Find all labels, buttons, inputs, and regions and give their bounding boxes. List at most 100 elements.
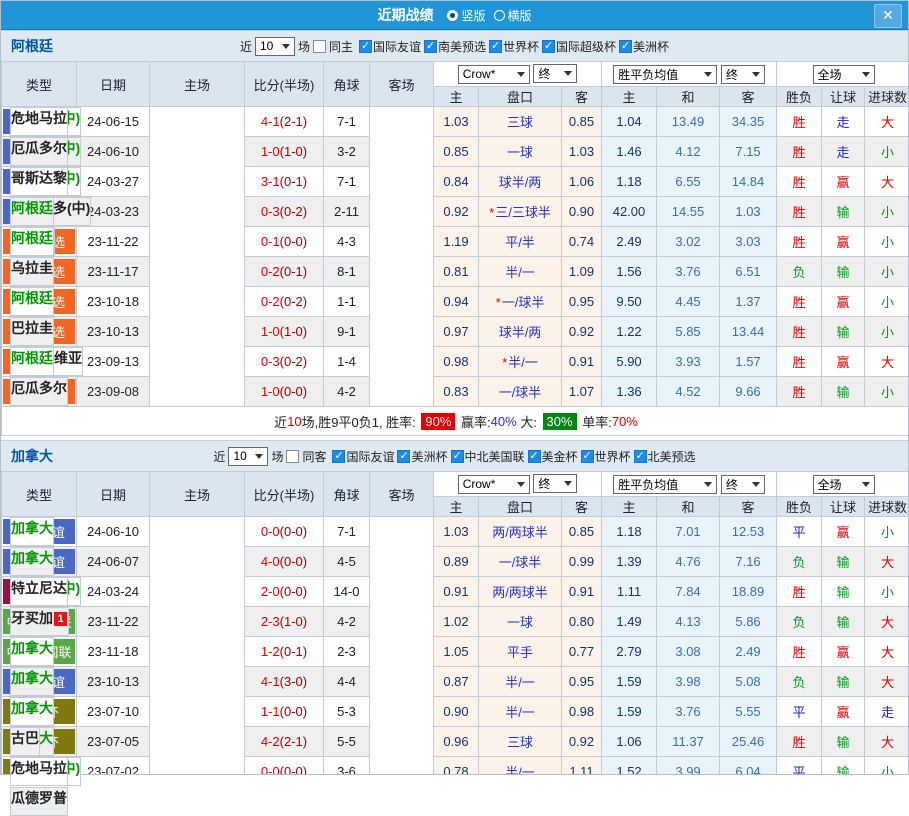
competition-label[interactable]: 国际友谊 — [373, 38, 421, 55]
competition-checkbox[interactable] — [619, 40, 632, 53]
match-score: 1-0(1-0) — [245, 317, 324, 347]
match-count-select[interactable]: 10 — [255, 37, 295, 56]
avg-draw-odds: 4.12 — [657, 137, 720, 167]
team-name-text: 牙买加 — [11, 610, 53, 626]
avg-draw-odds: 3.76 — [657, 697, 720, 727]
avg-odds-select[interactable]: 胜平负均值 — [613, 475, 717, 494]
dropdown-arrow-icon — [255, 454, 263, 459]
handicap-result: 输 — [822, 757, 865, 776]
match-score: 3-1(0-1) — [245, 167, 324, 197]
competition-label[interactable]: 世界杯 — [595, 448, 631, 465]
full-match-select[interactable]: 全场 — [813, 475, 875, 494]
competition-label[interactable]: 美洲杯 — [633, 38, 669, 55]
avg-home-odds: 1.18 — [602, 167, 657, 197]
same-venue-checkbox[interactable] — [313, 40, 326, 53]
team-name-text: 阿根廷 — [11, 200, 53, 216]
competition-checkbox[interactable] — [581, 450, 594, 463]
col-let-ball: 让球 — [822, 497, 865, 517]
competition-checkbox[interactable] — [528, 450, 541, 463]
star-mark: * — [502, 355, 507, 370]
competition-label[interactable]: 国际超级杯 — [556, 38, 616, 55]
handicap: 三球 — [479, 727, 562, 757]
match-date: 23-11-18 — [77, 637, 150, 667]
full-score: 4-1 — [261, 674, 280, 689]
col-result: 胜负 — [777, 497, 822, 517]
crow-home-odds: 0.84 — [434, 167, 479, 197]
competition-label[interactable]: 南美预选 — [438, 38, 486, 55]
competition-checkbox[interactable] — [397, 450, 410, 463]
competition-label[interactable]: 国际友谊 — [346, 448, 394, 465]
avg-away-odds: 2.49 — [720, 637, 777, 667]
summary-segment: 大: — [517, 412, 541, 431]
same-venue-label[interactable]: 同客 — [302, 448, 326, 465]
match-result: 平 — [777, 757, 822, 776]
col-crow-away: 客 — [562, 87, 602, 107]
dropdown-arrow-icon — [517, 72, 525, 77]
avg-odds-select[interactable]: 胜平负均值 — [613, 65, 717, 84]
goals-result: 大 — [865, 667, 909, 697]
crow-home-odds: 1.03 — [434, 517, 479, 547]
team-name-text: 乌拉圭 — [11, 260, 53, 276]
competition-checkbox[interactable] — [424, 40, 437, 53]
odds-company-select[interactable]: Crow* — [458, 65, 530, 84]
match-score: 0-0(0-0) — [245, 757, 324, 776]
competition-label[interactable]: 北美预选 — [648, 448, 696, 465]
match-result: 负 — [777, 257, 822, 287]
odds-company-select[interactable]: Crow* — [458, 475, 530, 494]
odds-time-select[interactable]: 终 — [533, 64, 577, 83]
filter-bar: 近 10 场 同主 国际友谊南美预选世界杯国际超级杯美洲杯 — [240, 37, 669, 56]
col-crow-home: 主 — [434, 497, 479, 517]
handicap: 半/一 — [479, 697, 562, 727]
team-name: 加拿大 — [11, 446, 53, 466]
competition-checkbox[interactable] — [451, 450, 464, 463]
half-score: (0-2) — [280, 354, 307, 369]
competition-checkbox[interactable] — [359, 40, 372, 53]
avg-time-select[interactable]: 终 — [721, 475, 765, 494]
avg-home-odds: 1.04 — [602, 107, 657, 137]
same-venue-label[interactable]: 同主 — [329, 38, 353, 55]
team-name-text: 巴拉圭 — [11, 320, 53, 336]
handicap: 半/一 — [479, 257, 562, 287]
competition-label[interactable]: 世界杯 — [503, 38, 539, 55]
match-date: 24-03-24 — [77, 577, 150, 607]
away-team: 危地马拉 — [10, 107, 68, 136]
avg-away-odds: 5.08 — [720, 667, 777, 697]
handicap-result: 赢 — [822, 287, 865, 317]
competition-checkbox[interactable] — [332, 450, 345, 463]
competition-checkbox[interactable] — [489, 40, 502, 53]
handicap-result: 输 — [822, 257, 865, 287]
same-venue-checkbox[interactable] — [286, 450, 299, 463]
horizontal-radio-label[interactable]: 横版 — [508, 7, 532, 24]
vertical-radio-icon[interactable] — [447, 10, 458, 21]
competition-label[interactable]: 美金杯 — [542, 448, 578, 465]
competition-checkbox[interactable] — [542, 40, 555, 53]
dropdown-arrow-icon — [704, 72, 712, 77]
odds-time-select[interactable]: 终 — [533, 474, 577, 493]
match-row: 南美预选23-11-17阿根廷0-2(0-1)8-1乌拉圭0.81半/一1.09… — [2, 257, 909, 287]
goals-result: 小 — [865, 287, 909, 317]
match-result: 胜 — [777, 287, 822, 317]
col-score: 比分(半场) — [245, 472, 324, 517]
vertical-radio-label[interactable]: 竖版 — [461, 7, 485, 24]
match-count-select[interactable]: 10 — [228, 447, 268, 466]
goals-result: 小 — [865, 377, 909, 407]
avg-draw-odds: 3.98 — [657, 667, 720, 697]
close-button[interactable]: ✕ — [874, 4, 902, 28]
col-avg-away: 客 — [720, 87, 777, 107]
full-match-select[interactable]: 全场 — [813, 65, 875, 84]
competition-label[interactable]: 中北美国联 — [465, 448, 525, 465]
team-name-text: 哥斯达黎 — [11, 170, 67, 186]
avg-away-odds: 5.55 — [720, 697, 777, 727]
competition-label[interactable]: 美洲杯 — [411, 448, 447, 465]
col-handicap: 盘口 — [479, 87, 562, 107]
match-row: 国际友谊24-06-15阿根廷 (中)4-1(2-1)7-1危地马拉1.03三球… — [2, 107, 909, 137]
avg-time-select[interactable]: 终 — [721, 65, 765, 84]
horizontal-radio-icon[interactable] — [494, 10, 505, 21]
competition-checkbox[interactable] — [634, 450, 647, 463]
crow-away-odds: 1.03 — [562, 137, 602, 167]
col-result: 胜负 — [777, 87, 822, 107]
summary-segment: 90% — [421, 413, 455, 430]
half-score: (2-1) — [280, 734, 307, 749]
team-name-text: 加拿大 — [11, 520, 53, 536]
match-score: 0-2(0-1) — [245, 257, 324, 287]
